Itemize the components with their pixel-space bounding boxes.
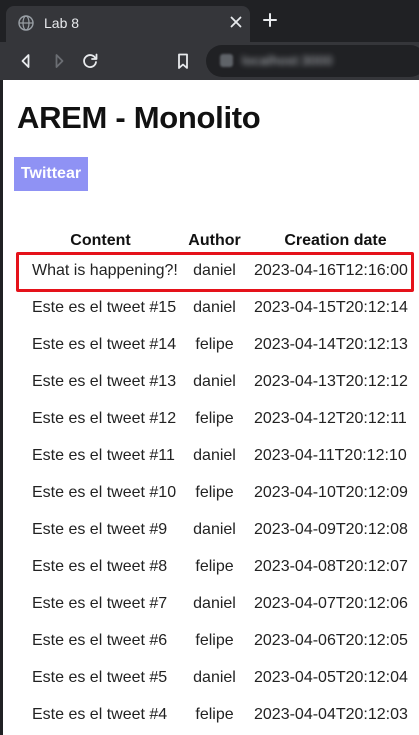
tweet-date: 2023-04-16T12:16:00 — [254, 262, 408, 279]
tweet-date: 2023-04-13T20:12:12 — [254, 373, 408, 390]
tweet-author: felipe — [195, 558, 234, 575]
tweet-date: 2023-04-07T20:12:06 — [254, 595, 408, 612]
table-row: Este es el tweet #10 felipe 2023-04-10T2… — [3, 474, 419, 511]
browser-toolbar: localhost:3000 — [0, 42, 419, 80]
table-header-row: Content Author Creation date — [3, 230, 419, 252]
tweet-author: felipe — [195, 706, 234, 723]
forward-arrow-icon[interactable] — [47, 49, 71, 73]
tweet-content: Este es el tweet #14 — [32, 336, 177, 353]
tweet-content: What is happening?! — [32, 262, 178, 279]
tweet-author: felipe — [195, 336, 234, 353]
tab-title: Lab 8 — [44, 15, 80, 31]
tweet-content: Este es el tweet #4 — [32, 706, 168, 723]
tweet-date: 2023-04-14T20:12:13 — [254, 336, 408, 353]
tweet-author: daniel — [193, 521, 236, 538]
column-header-content: Content — [70, 232, 131, 249]
tweet-author: felipe — [195, 410, 234, 427]
page-viewport: AREM - Monolito Twittear Content Author … — [3, 80, 419, 735]
new-tab-plus-icon[interactable] — [262, 12, 278, 28]
table-row: Este es el tweet #11 daniel 2023-04-11T2… — [3, 437, 419, 474]
table-row: Este es el tweet #4 felipe 2023-04-04T20… — [3, 696, 419, 733]
address-url: localhost:3000 — [242, 53, 333, 68]
tab-bar: Lab 8 — [0, 0, 419, 42]
table-row: Este es el tweet #9 daniel 2023-04-09T20… — [3, 511, 419, 548]
address-bar[interactable]: localhost:3000 — [206, 45, 419, 77]
column-header-author: Author — [188, 232, 241, 249]
tweet-date: 2023-04-12T20:12:11 — [254, 410, 407, 427]
tweet-author: daniel — [193, 595, 236, 612]
tweet-author: felipe — [195, 484, 234, 501]
table-row: Este es el tweet #15 daniel 2023-04-15T2… — [3, 289, 419, 326]
tweet-content: Este es el tweet #7 — [32, 595, 168, 612]
tweet-content: Este es el tweet #8 — [32, 558, 168, 575]
table-row: Este es el tweet #7 daniel 2023-04-07T20… — [3, 585, 419, 622]
tweet-content: Este es el tweet #12 — [32, 410, 177, 427]
tweet-author: felipe — [195, 632, 234, 649]
column-header-creation-date: Creation date — [284, 232, 387, 249]
table-row: Este es el tweet #8 felipe 2023-04-08T20… — [3, 548, 419, 585]
close-icon[interactable] — [228, 14, 244, 30]
tweets-table: Content Author Creation date What is hap… — [3, 230, 419, 733]
tweet-date: 2023-04-08T20:12:07 — [254, 558, 408, 575]
table-row: Este es el tweet #12 felipe 2023-04-12T2… — [3, 400, 419, 437]
site-info-icon[interactable] — [220, 54, 233, 67]
tweet-date: 2023-04-05T20:12:04 — [254, 669, 408, 686]
tweet-content: Este es el tweet #5 — [32, 669, 168, 686]
page-title: AREM - Monolito — [17, 100, 261, 135]
table-row: Este es el tweet #13 daniel 2023-04-13T2… — [3, 363, 419, 400]
tweet-author: daniel — [193, 262, 236, 279]
table-row: Este es el tweet #14 felipe 2023-04-14T2… — [3, 326, 419, 363]
tweet-author: daniel — [193, 299, 236, 316]
tweet-date: 2023-04-11T20:12:10 — [254, 447, 407, 464]
tweet-author: daniel — [193, 373, 236, 390]
table-row: What is happening?! daniel 2023-04-16T12… — [3, 252, 419, 289]
bookmark-icon[interactable] — [171, 49, 195, 73]
tweet-author: daniel — [193, 447, 236, 464]
tweet-date: 2023-04-09T20:12:08 — [254, 521, 408, 538]
tweet-author: daniel — [193, 669, 236, 686]
tweet-content: Este es el tweet #6 — [32, 632, 168, 649]
back-arrow-icon[interactable] — [14, 49, 38, 73]
tweet-date: 2023-04-10T20:12:09 — [254, 484, 408, 501]
globe-icon — [18, 15, 34, 31]
tweet-date: 2023-04-04T20:12:03 — [254, 706, 408, 723]
tweet-date: 2023-04-15T20:12:14 — [254, 299, 408, 316]
tweet-content: Este es el tweet #9 — [32, 521, 168, 538]
table-row: Este es el tweet #6 felipe 2023-04-06T20… — [3, 622, 419, 659]
tweet-content: Este es el tweet #13 — [32, 373, 177, 390]
tweet-button[interactable]: Twittear — [14, 157, 88, 191]
tweet-content: Este es el tweet #10 — [32, 484, 177, 501]
tweet-content: Este es el tweet #15 — [32, 299, 177, 316]
reload-icon[interactable] — [78, 49, 102, 73]
browser-tab[interactable]: Lab 8 — [6, 6, 250, 42]
tweet-date: 2023-04-06T20:12:05 — [254, 632, 408, 649]
table-row: Este es el tweet #5 daniel 2023-04-05T20… — [3, 659, 419, 696]
tweet-content: Este es el tweet #11 — [32, 447, 175, 464]
